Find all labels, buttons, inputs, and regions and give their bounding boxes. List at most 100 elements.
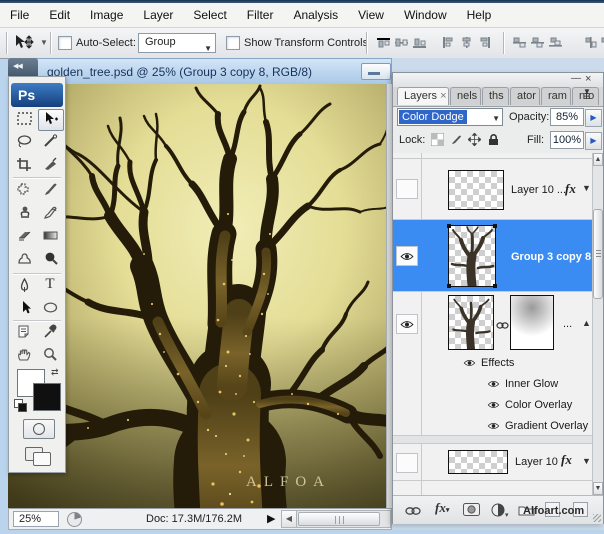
layer-thumbnail[interactable] <box>448 170 504 210</box>
panel-close-button[interactable]: × <box>585 73 591 85</box>
hand-tool[interactable] <box>12 346 36 366</box>
layer-mask-thumbnail[interactable] <box>510 295 554 350</box>
tab-channels[interactable]: nels <box>450 87 481 105</box>
effects-label[interactable]: Effects <box>481 357 514 369</box>
quick-mask-button[interactable] <box>23 419 55 439</box>
collapse-effects-icon[interactable]: ▼ <box>582 456 591 466</box>
horizontal-scroll-thumb[interactable] <box>298 512 380 526</box>
menu-window[interactable]: Window <box>394 4 457 27</box>
layer-name-selected[interactable]: Group 3 copy 8 <box>511 251 591 263</box>
layer-row-group3copy8[interactable]: Group 3 copy 8 <box>393 220 592 292</box>
menu-analysis[interactable]: Analysis <box>283 4 348 27</box>
lock-transparency-icon[interactable] <box>431 133 445 147</box>
tab-navigator[interactable]: ator <box>510 87 540 105</box>
auto-select-checkbox[interactable] <box>58 36 72 50</box>
tools-collapse-header[interactable]: ◀◀ <box>8 58 38 76</box>
mask-link-icon[interactable] <box>496 317 509 335</box>
lock-pixels-icon[interactable] <box>450 133 464 147</box>
opacity-arrow-button[interactable]: ▶ <box>585 109 602 127</box>
distribute-top-edges-button[interactable] <box>512 36 527 49</box>
ellipse-shape-tool[interactable] <box>38 299 62 319</box>
effects-row[interactable]: Effects <box>393 352 592 373</box>
ps-logo[interactable]: Ps <box>11 83 63 107</box>
layer-thumbnail[interactable] <box>448 450 508 474</box>
effects-visibility-icon[interactable] <box>461 357 477 369</box>
distribute-vertical-centers-button[interactable] <box>530 36 545 49</box>
menu-select[interactable]: Select <box>183 4 236 27</box>
status-popup-arrow-icon[interactable]: ▶ <box>267 512 275 525</box>
collapse-effects-icon[interactable]: ▼ <box>582 183 591 193</box>
visibility-toggle-on[interactable] <box>396 314 418 334</box>
distribute-bottom-edges-button[interactable] <box>548 36 563 49</box>
marquee-tool[interactable] <box>12 110 36 130</box>
menu-image[interactable]: Image <box>80 4 133 27</box>
dodge-tool[interactable] <box>38 250 62 270</box>
align-horizontal-centers-button[interactable] <box>459 36 474 49</box>
background-color-swatch[interactable] <box>33 383 61 411</box>
layer-name-truncated[interactable]: ... <box>563 318 572 330</box>
effect-color-overlay-row[interactable]: Color Overlay <box>393 394 592 415</box>
menu-layer[interactable]: Layer <box>133 4 183 27</box>
eraser-tool[interactable] <box>12 227 36 247</box>
tab-histogram[interactable]: ram <box>541 87 571 105</box>
panel-menu-icon[interactable]: ▼☰ <box>583 89 591 99</box>
swap-colors-icon[interactable]: ⇄ <box>51 367 59 378</box>
layer-thumbnail[interactable] <box>448 295 494 350</box>
effect-inner-glow-row[interactable]: Inner Glow <box>393 373 592 394</box>
effect-visibility-icon[interactable] <box>485 399 501 411</box>
layers-scrollbar[interactable]: ▲ ▼ <box>592 153 603 495</box>
link-layers-icon[interactable] <box>405 503 421 521</box>
visibility-toggle-on[interactable] <box>396 246 418 266</box>
move-tool[interactable] <box>38 109 64 131</box>
document-size-info[interactable]: Doc: 17.3M/176.2M <box>119 513 269 525</box>
menu-filter[interactable]: Filter <box>237 4 284 27</box>
layer-style-icon[interactable]: fx▾ <box>435 500 449 516</box>
pen-tool[interactable] <box>12 277 36 297</box>
panel-resize-grip[interactable] <box>593 514 601 522</box>
menu-edit[interactable]: Edit <box>39 4 80 27</box>
fx-icon[interactable]: fx <box>565 181 576 197</box>
layer-row-masked[interactable]: ... ▲ <box>393 292 592 352</box>
menu-view[interactable]: View <box>348 4 394 27</box>
scroll-left-icon[interactable]: ◀ <box>282 511 297 527</box>
tool-preset-dropdown-icon[interactable]: ▼ <box>40 38 48 47</box>
smudge-tool[interactable] <box>12 250 36 270</box>
zoom-level-input[interactable]: 25% <box>13 511 59 527</box>
notes-tool[interactable] <box>12 323 36 343</box>
add-mask-icon[interactable] <box>463 503 480 521</box>
auto-select-target-dropdown[interactable]: Group ▼ <box>138 33 216 53</box>
layer-row-layer10-top[interactable]: Layer 10 ... fx ▼ <box>393 159 592 220</box>
document-horizontal-scrollbar[interactable]: ◀ <box>281 510 391 528</box>
effect-label[interactable]: Inner Glow <box>505 378 558 390</box>
lock-all-icon[interactable] <box>487 133 501 147</box>
status-timer-icon[interactable] <box>67 512 82 527</box>
slice-tool[interactable] <box>38 156 62 176</box>
effect-label[interactable]: Gradient Overlay <box>505 420 588 432</box>
collapse-effects-icon[interactable]: ▲ <box>582 318 591 328</box>
align-left-edges-button[interactable] <box>441 36 456 49</box>
fill-arrow-button[interactable]: ▶ <box>585 132 602 150</box>
distribute-horizontal-centers-button[interactable] <box>600 36 604 49</box>
eyedropper-tool[interactable] <box>38 323 62 343</box>
fill-value[interactable]: 100% <box>550 131 584 149</box>
gradient-tool[interactable] <box>38 227 62 247</box>
tab-layers[interactable]: Layers × <box>397 87 449 105</box>
tab-close-icon[interactable]: × <box>440 90 446 102</box>
scroll-up-icon[interactable]: ▲ <box>593 153 603 166</box>
clone-stamp-tool[interactable] <box>12 204 36 224</box>
align-right-edges-button[interactable] <box>477 36 492 49</box>
effect-label[interactable]: Color Overlay <box>505 399 572 411</box>
layer-name[interactable]: Layer 10 <box>515 456 558 468</box>
layer-row-layer10-bottom[interactable]: Layer 10 fx ▼ <box>393 444 592 481</box>
lock-position-icon[interactable] <box>468 133 482 147</box>
tab-paths[interactable]: ths <box>482 87 509 105</box>
quick-selection-tool[interactable] <box>38 133 62 153</box>
visibility-toggle-off[interactable] <box>396 453 418 473</box>
layer-name[interactable]: Layer 10 ... <box>511 184 566 196</box>
doc-minimize-button[interactable] <box>361 63 391 80</box>
opacity-value[interactable]: 85% <box>550 108 584 126</box>
effect-visibility-icon[interactable] <box>485 420 501 432</box>
default-colors-icon[interactable] <box>14 399 25 410</box>
layer-thumbnail-selected[interactable] <box>448 225 496 287</box>
screen-mode-button[interactable] <box>25 445 53 465</box>
